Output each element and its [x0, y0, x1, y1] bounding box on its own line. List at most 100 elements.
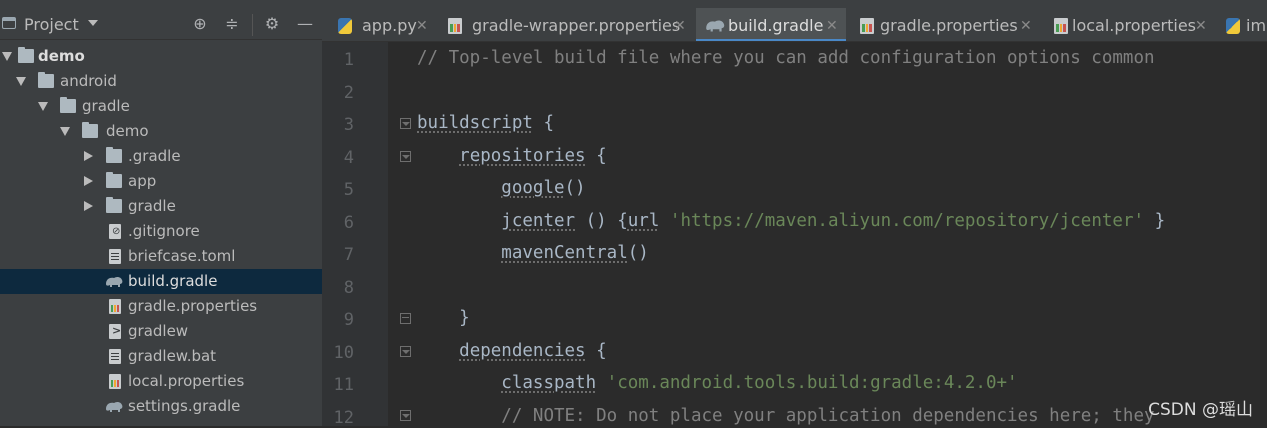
tab-label: build.gradle: [728, 16, 824, 35]
properties-file-icon: [860, 18, 874, 34]
tab-local-properties[interactable]: local.properties ✕: [1042, 8, 1212, 41]
expand-arrow-icon[interactable]: [60, 127, 70, 136]
expand-arrow-icon[interactable]: [16, 77, 26, 86]
code-line-1[interactable]: // Top-level build file where you can ad…: [417, 48, 1155, 68]
folder-icon: [106, 197, 122, 213]
close-icon[interactable]: ✕: [1020, 8, 1032, 41]
close-icon[interactable]: ✕: [826, 8, 838, 41]
code-line-10[interactable]: dependencies {: [417, 341, 607, 361]
fold-marker-icon[interactable]: [400, 346, 411, 357]
line-number: 11: [333, 375, 354, 395]
close-icon[interactable]: ✕: [1195, 8, 1207, 41]
tree-item-briefcase-toml[interactable]: briefcase.toml: [0, 244, 322, 269]
code-line-9[interactable]: }: [417, 308, 470, 328]
tree-item-label: gradle: [128, 197, 176, 215]
line-number-gutter: 1 2 3 4 5 6 7 8 9 10 11 12: [322, 42, 388, 428]
close-icon[interactable]: ✕: [416, 8, 428, 41]
code-line-5[interactable]: google(): [417, 178, 585, 198]
code-line-3[interactable]: buildscript {: [417, 113, 554, 133]
comment-text: // NOTE: Do not place your application d…: [501, 406, 1155, 426]
tab-label: gradle-wrapper.properties: [472, 16, 681, 35]
tree-item-app[interactable]: app: [0, 169, 322, 194]
close-icon[interactable]: ✕: [674, 8, 686, 41]
tree-item-demo-root[interactable]: demo: [0, 44, 322, 69]
editor-tab-bar: app.py ✕ gradle-wrapper.properties ✕ bui…: [322, 0, 1267, 42]
line-number: 5: [343, 180, 354, 200]
tab-gradle-properties[interactable]: gradle.properties ✕: [848, 8, 1038, 41]
line-number: 6: [343, 213, 354, 233]
code-line-11[interactable]: classpath 'com.android.tools.build:gradl…: [417, 373, 1017, 393]
gradle-elephant-icon: [706, 20, 725, 32]
collapse-arrow-icon[interactable]: [84, 201, 93, 211]
tree-item-gradle-properties[interactable]: gradle.properties: [0, 294, 322, 319]
collapse-arrow-icon[interactable]: [84, 151, 93, 161]
keyword: buildscript: [417, 113, 533, 133]
unfold-marker-icon[interactable]: [400, 313, 411, 324]
tab-label: local.properties: [1072, 16, 1197, 35]
python-file-icon: [338, 18, 352, 34]
properties-file-icon: [109, 374, 121, 389]
gear-icon[interactable]: ⚙: [262, 14, 282, 34]
tab-build-gradle[interactable]: build.gradle ✕: [696, 8, 846, 41]
tree-item-label: demo: [106, 122, 149, 140]
tree-item-dot-gradle[interactable]: .gradle: [0, 144, 322, 169]
tree-item-gradlew[interactable]: gradlew: [0, 319, 322, 344]
minimize-icon[interactable]: —: [295, 14, 315, 34]
tree-item-gradlew-bat[interactable]: gradlew.bat: [0, 344, 322, 369]
fold-marker-icon[interactable]: [400, 118, 411, 129]
fold-marker-icon[interactable]: [400, 410, 411, 421]
tree-item-label: .gitignore: [128, 222, 200, 240]
shell-script-icon: [109, 324, 121, 339]
folder-icon: [18, 47, 34, 63]
tree-item-label: android: [60, 72, 117, 90]
tree-item-android[interactable]: android: [0, 69, 322, 94]
line-number: 9: [343, 310, 354, 330]
tree-item-build-gradle[interactable]: build.gradle: [0, 269, 322, 294]
code-line-4[interactable]: repositories {: [417, 146, 607, 166]
tree-item-label: settings.gradle: [128, 397, 241, 415]
expand-arrow-icon[interactable]: [38, 102, 48, 111]
keyword: repositories: [459, 146, 586, 166]
locate-icon[interactable]: ⊕: [190, 14, 210, 34]
header-divider: [252, 14, 253, 36]
folder-icon: [106, 172, 122, 188]
tree-item-label: gradle: [82, 97, 130, 115]
tab-gradle-wrapper-properties[interactable]: gradle-wrapper.properties ✕: [436, 8, 692, 41]
chevron-down-icon[interactable]: [88, 20, 98, 26]
line-number: 10: [333, 343, 354, 363]
tree-item-label: gradle.properties: [128, 297, 258, 315]
collapse-arrow-icon[interactable]: [84, 176, 93, 186]
string-literal: 'https://maven.aliyun.com/repository/jce…: [669, 211, 1145, 231]
keyword: google: [501, 178, 565, 198]
tree-item-label: gradlew: [128, 322, 189, 340]
expand-arrow-icon[interactable]: [2, 52, 12, 61]
tree-item-settings-gradle[interactable]: settings.gradle: [0, 394, 322, 419]
folder-icon: [106, 147, 122, 163]
tab-app-py[interactable]: app.py ✕: [326, 8, 432, 41]
tree-item-label: demo: [38, 47, 85, 65]
folder-icon: [38, 72, 54, 88]
code-line-7[interactable]: mavenCentral(): [417, 243, 649, 263]
folder-icon: [60, 97, 76, 113]
code-line-6[interactable]: jcenter () {url 'https://maven.aliyun.co…: [417, 211, 1165, 231]
project-view-selector[interactable]: Project: [24, 15, 79, 34]
project-panel-header: Project ⊕ ≑ ⚙ —: [0, 0, 322, 40]
tree-item-gradle[interactable]: gradle: [0, 94, 322, 119]
gitignore-file-icon: [109, 224, 121, 239]
tab-label: gradle.properties: [880, 16, 1018, 35]
keyword: classpath: [501, 373, 597, 393]
gradle-elephant-icon: [106, 401, 123, 412]
tree-item-demo[interactable]: demo: [0, 119, 322, 144]
line-number: 12: [333, 408, 354, 428]
project-panel: Project ⊕ ≑ ⚙ — demo android gradle demo…: [0, 0, 322, 426]
properties-file-icon: [109, 299, 121, 314]
collapse-all-icon[interactable]: ≑: [222, 14, 242, 34]
line-number: 2: [343, 83, 354, 103]
keyword: jcenter: [501, 211, 576, 231]
tree-item-local-properties[interactable]: local.properties: [0, 369, 322, 394]
tree-item-gradle-sub[interactable]: gradle: [0, 194, 322, 219]
fold-marker-icon[interactable]: [400, 151, 411, 162]
tree-item-gitignore[interactable]: .gitignore: [0, 219, 322, 244]
code-line-12[interactable]: // NOTE: Do not place your application d…: [417, 406, 1155, 426]
tab-im[interactable]: im: [1214, 8, 1267, 41]
